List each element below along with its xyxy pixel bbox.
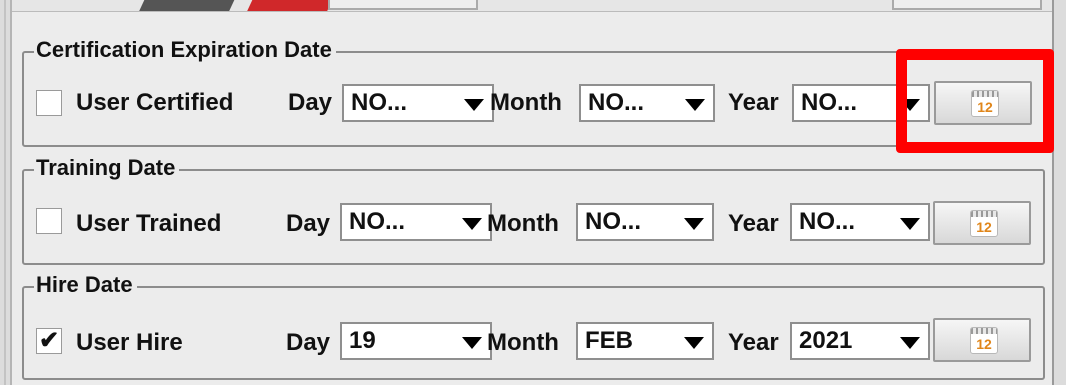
user-hire-checkbox[interactable]: ✔ [36, 328, 62, 354]
chevron-down-icon [900, 337, 920, 349]
year-value: NO... [799, 208, 856, 235]
chevron-down-icon [684, 337, 704, 349]
checkbox-mark: ✔ [38, 327, 60, 354]
day-select[interactable]: NO... [340, 203, 492, 241]
day-label: Day [288, 89, 333, 116]
day-label: Day [286, 329, 331, 356]
left-frame-edge [0, 0, 12, 385]
user-hire-label: User Hire [76, 329, 183, 356]
month-label: Month [490, 89, 562, 116]
day-select[interactable]: NO... [342, 84, 494, 122]
user-trained-label: User Trained [76, 210, 222, 237]
day-label: Day [286, 210, 331, 237]
highlight-box [896, 49, 1054, 153]
day-value: NO... [349, 208, 406, 235]
calendar-icon: 12 [970, 327, 998, 354]
month-value: NO... [585, 208, 642, 235]
month-select[interactable]: NO... [579, 84, 715, 122]
chevron-down-icon [684, 218, 704, 230]
user-certified-checkbox[interactable] [36, 90, 62, 116]
year-select[interactable]: 2021 [790, 322, 930, 360]
month-select[interactable]: FEB [576, 322, 714, 360]
calendar-button[interactable]: 12 [933, 318, 1031, 362]
month-label: Month [487, 210, 559, 237]
user-certified-label: User Certified [76, 89, 234, 116]
hire-date-group: Hire Date ✔ User Hire Day 19 Month FEB Y… [22, 271, 1045, 380]
year-value: NO... [801, 89, 858, 116]
group-title: Training Date [34, 154, 180, 182]
toolbar-field[interactable] [328, 0, 478, 10]
toolbar-field[interactable] [892, 0, 1042, 10]
month-value: NO... [588, 89, 645, 116]
day-value: NO... [351, 89, 408, 116]
chevron-down-icon [464, 99, 484, 111]
day-value: 19 [349, 327, 376, 354]
year-value: 2021 [799, 327, 853, 354]
top-toolbar-strip [12, 0, 1052, 12]
year-select[interactable]: NO... [790, 203, 930, 241]
calendar-icon: 12 [970, 210, 998, 237]
day-select[interactable]: 19 [340, 322, 492, 360]
certification-expiration-group: Certification Expiration Date User Certi… [22, 36, 1045, 147]
chevron-down-icon [900, 218, 920, 230]
year-label: Year [728, 329, 779, 356]
training-date-group: Training Date User Trained Day NO... Mon… [22, 154, 1045, 265]
toolbar-tab-dark[interactable] [137, 0, 237, 11]
group-title: Hire Date [34, 271, 137, 299]
month-select[interactable]: NO... [576, 203, 714, 241]
month-value: FEB [585, 327, 633, 354]
year-label: Year [728, 210, 779, 237]
month-label: Month [487, 329, 559, 356]
chevron-down-icon [685, 99, 705, 111]
chevron-down-icon [462, 218, 482, 230]
year-label: Year [728, 89, 779, 116]
calendar-button[interactable]: 12 [933, 201, 1031, 245]
right-scrollbar[interactable] [1052, 0, 1066, 385]
group-title: Certification Expiration Date [34, 36, 336, 64]
toolbar-tab-red[interactable] [245, 0, 335, 11]
chevron-down-icon [462, 337, 482, 349]
user-trained-checkbox[interactable] [36, 208, 62, 234]
